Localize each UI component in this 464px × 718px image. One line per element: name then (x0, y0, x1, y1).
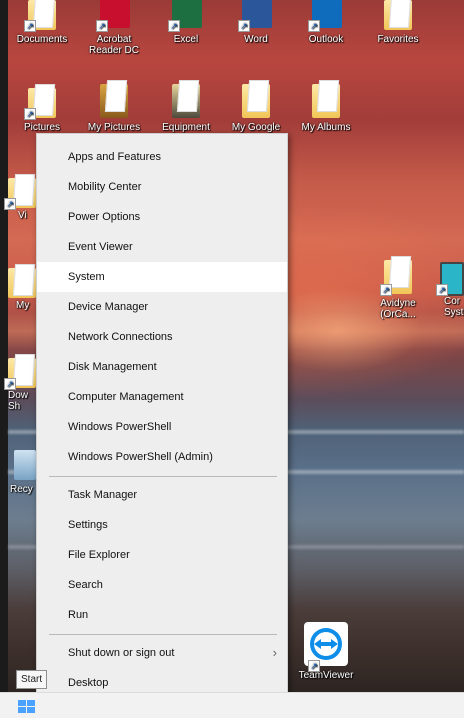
menu-item-system[interactable]: System (37, 262, 287, 292)
menu-item-windows-powershell-admin[interactable]: Windows PowerShell (Admin) (37, 442, 287, 472)
shortcut-arrow-icon: ↗ (24, 108, 36, 120)
folder-icon (100, 84, 128, 118)
shortcut-arrow-icon: ↗ (96, 20, 108, 32)
menu-item-label: Computer Management (68, 391, 184, 403)
menu-item-label: Apps and Features (68, 151, 161, 163)
menu-item-shut-down-or-sign-out[interactable]: Shut down or sign out › (37, 638, 287, 668)
desktop-icon-label: Recy (10, 484, 33, 495)
windows-logo-icon (18, 700, 26, 706)
desktop-icon-avidyne[interactable]: ↗ Avidyne (OrCa... (364, 258, 432, 320)
menu-item-label: Settings (68, 519, 108, 531)
windows-logo-icon (27, 700, 35, 706)
desktop-icon-label: Documents (16, 34, 68, 45)
menu-item-task-manager[interactable]: Task Manager (37, 480, 287, 510)
start-tooltip: Start (16, 670, 48, 689)
menu-item-apps-and-features[interactable]: Apps and Features (37, 142, 287, 172)
menu-item-label: Shut down or sign out (68, 647, 175, 659)
desktop-icon-label: Word (244, 34, 268, 45)
menu-item-label: Run (68, 609, 89, 621)
desktop-icon-label: Pictures (23, 122, 61, 133)
menu-item-power-options[interactable]: Power Options (37, 202, 287, 232)
menu-item-label: Power Options (68, 211, 141, 223)
menu-item-label: Windows PowerShell (68, 421, 172, 433)
folder-icon (312, 84, 340, 118)
menu-item-label: Search (68, 579, 103, 591)
desktop-icon-label: Excel (173, 34, 199, 45)
menu-item-settings[interactable]: Settings (37, 510, 287, 540)
winx-context-menu: Apps and Features Mobility Center Power … (36, 133, 288, 701)
windows-logo-icon (18, 707, 26, 713)
shortcut-arrow-icon: ↗ (4, 378, 16, 390)
taskbar (0, 692, 464, 718)
folder-icon (384, 0, 412, 30)
screen-edge (0, 0, 8, 692)
menu-item-label: System (68, 271, 105, 283)
folder-icon (8, 268, 36, 298)
desktop-icon-my-albums[interactable]: My Albums (292, 82, 360, 133)
menu-item-label: File Explorer (68, 549, 130, 561)
menu-item-file-explorer[interactable]: File Explorer (37, 540, 287, 570)
desktop-icon-label: My Albums (301, 122, 351, 133)
desktop-icon-label: My Pictures (87, 122, 141, 133)
desktop-icon-my-google[interactable]: My Google (222, 82, 290, 133)
desktop-icon-word[interactable]: ↗ Word (222, 0, 290, 45)
folder-icon (242, 84, 270, 118)
desktop-icon-equipment[interactable]: Equipment (152, 82, 220, 133)
menu-item-label: Event Viewer (68, 241, 133, 253)
menu-item-label: Network Connections (68, 331, 173, 343)
menu-item-computer-management[interactable]: Computer Management (37, 382, 287, 412)
menu-item-label: Mobility Center (68, 181, 142, 193)
start-button[interactable] (18, 700, 36, 714)
folder-icon (172, 84, 200, 118)
desktop-icon-documents[interactable]: ↗ Documents (8, 0, 76, 45)
menu-item-search[interactable]: Search (37, 570, 287, 600)
shortcut-arrow-icon: ↗ (168, 20, 180, 32)
desktop-icon-excel[interactable]: ↗ Excel (152, 0, 220, 45)
desktop-icon-partial-right[interactable]: ↗ Cor Syst (436, 258, 464, 318)
shortcut-arrow-icon: ↗ (308, 20, 320, 32)
recycle-bin-icon (14, 450, 36, 480)
desktop-icon-label: TeamViewer (298, 670, 354, 681)
menu-item-network-connections[interactable]: Network Connections (37, 322, 287, 352)
menu-item-mobility-center[interactable]: Mobility Center (37, 172, 287, 202)
menu-item-label: Desktop (68, 677, 109, 689)
desktop-icon-label: Acrobat Reader DC (88, 34, 140, 56)
shortcut-arrow-icon: ↗ (238, 20, 250, 32)
menu-item-event-viewer[interactable]: Event Viewer (37, 232, 287, 262)
shortcut-arrow-icon: ↗ (436, 284, 448, 296)
desktop-icon-label: My Google (231, 122, 281, 133)
menu-item-label: Task Manager (68, 489, 138, 501)
desktop-icon-label: Equipment (162, 122, 210, 133)
desktop-icon-label: Favorites (377, 34, 419, 45)
shortcut-arrow-icon: ↗ (4, 198, 16, 210)
menu-item-device-manager[interactable]: Device Manager (37, 292, 287, 322)
desktop-icon-outlook[interactable]: ↗ Outlook (292, 0, 360, 45)
desktop-icon-label: Vi (18, 210, 27, 221)
menu-item-windows-powershell[interactable]: Windows PowerShell (37, 412, 287, 442)
desktop-icon-label: Cor Syst (444, 296, 464, 318)
desktop-icon-label: My (16, 300, 30, 311)
menu-item-disk-management[interactable]: Disk Management (37, 352, 287, 382)
desktop-icon-acrobat[interactable]: ↗ Acrobat Reader DC (80, 0, 148, 56)
shortcut-arrow-icon: ↗ (24, 20, 36, 32)
menu-item-label: Disk Management (68, 361, 157, 373)
menu-separator (49, 634, 277, 635)
shortcut-arrow-icon: ↗ (308, 660, 320, 672)
chevron-right-icon: › (272, 645, 277, 660)
desktop-icon-label: Outlook (308, 34, 344, 45)
menu-item-label: Device Manager (68, 301, 149, 313)
windows-logo-icon (27, 707, 35, 713)
menu-item-label: Windows PowerShell (Admin) (68, 451, 213, 463)
desktop-icon-my-pictures[interactable]: My Pictures (80, 82, 148, 133)
desktop-icon-favorites[interactable]: Favorites (364, 0, 432, 45)
desktop-icon-label: Avidyne (OrCa... (380, 298, 416, 320)
desktop-icon-teamviewer[interactable]: ↗ TeamViewer (292, 620, 360, 681)
desktop-icon-pictures[interactable]: ↗ Pictures (8, 82, 76, 133)
menu-separator (49, 476, 277, 477)
shortcut-arrow-icon: ↗ (380, 284, 392, 296)
menu-item-run[interactable]: Run (37, 600, 287, 630)
